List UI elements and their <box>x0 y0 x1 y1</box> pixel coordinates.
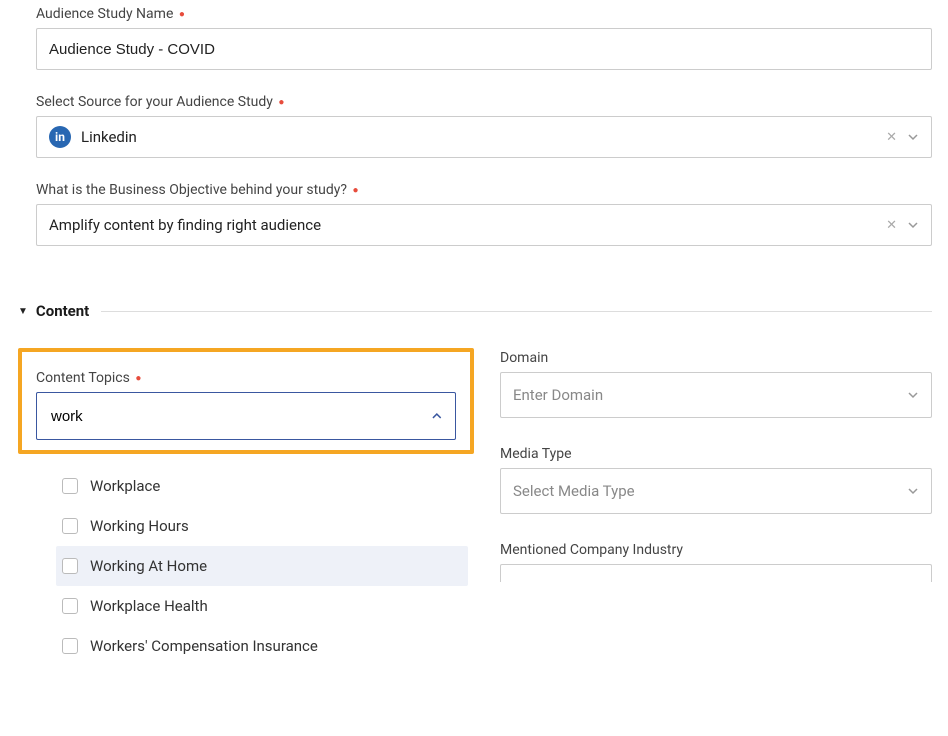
checkbox-icon[interactable] <box>62 598 78 614</box>
mentioned-industry-select[interactable] <box>500 564 932 582</box>
content-topics-dropdown: Workplace Working Hours Working At Home … <box>36 466 468 666</box>
chevron-down-icon <box>907 219 919 231</box>
chevron-down-icon <box>907 485 919 497</box>
domain-label-text: Domain <box>500 350 548 366</box>
content-section-header[interactable]: ▼ Content <box>36 302 932 320</box>
content-topics-label-text: Content Topics <box>36 370 130 386</box>
clear-icon[interactable]: ✕ <box>886 218 897 233</box>
topic-option-label: Workplace <box>90 477 160 495</box>
media-type-label-text: Media Type <box>500 446 572 462</box>
source-label: Select Source for your Audience Study ● <box>36 94 932 110</box>
collapse-caret-icon: ▼ <box>18 306 28 317</box>
required-indicator: ● <box>179 9 185 20</box>
topic-option-label: Workplace Health <box>90 597 208 615</box>
source-value: Linkedin <box>81 128 137 146</box>
topic-option[interactable]: Working At Home <box>56 546 468 586</box>
topic-option[interactable]: Workplace Health <box>56 586 468 626</box>
topic-option[interactable]: Working Hours <box>56 506 468 546</box>
chevron-up-icon <box>431 410 443 422</box>
linkedin-icon: in <box>49 126 71 148</box>
chevron-down-icon <box>907 389 919 401</box>
objective-label: What is the Business Objective behind yo… <box>36 182 932 198</box>
media-type-select[interactable]: Select Media Type <box>500 468 932 514</box>
media-type-placeholder: Select Media Type <box>513 482 635 500</box>
topic-option[interactable]: Workplace <box>56 466 468 506</box>
topic-option-label: Workers' Compensation Insurance <box>90 637 318 655</box>
study-name-input[interactable] <box>36 28 932 70</box>
source-label-text: Select Source for your Audience Study <box>36 94 273 110</box>
topic-option-label: Working Hours <box>90 517 189 535</box>
content-topics-label: Content Topics ● <box>36 370 456 386</box>
objective-label-text: What is the Business Objective behind yo… <box>36 182 347 198</box>
study-name-label-text: Audience Study Name <box>36 6 173 22</box>
required-indicator: ● <box>278 97 284 108</box>
required-indicator: ● <box>353 185 359 196</box>
mentioned-industry-label-text: Mentioned Company Industry <box>500 542 683 558</box>
media-type-field: Media Type Select Media Type <box>500 446 932 514</box>
domain-placeholder: Enter Domain <box>513 386 603 404</box>
content-section-title: Content <box>36 302 89 320</box>
linkedin-icon-text: in <box>55 130 65 144</box>
checkbox-icon[interactable] <box>62 518 78 534</box>
checkbox-icon[interactable] <box>62 638 78 654</box>
content-topics-search-input[interactable] <box>49 407 431 426</box>
topic-option-label: Working At Home <box>90 557 207 575</box>
study-name-label: Audience Study Name ● <box>36 6 932 22</box>
section-divider <box>101 311 932 312</box>
objective-field: What is the Business Objective behind yo… <box>36 182 932 246</box>
chevron-down-icon <box>907 131 919 143</box>
mentioned-industry-field: Mentioned Company Industry <box>500 542 932 582</box>
media-type-label: Media Type <box>500 446 932 462</box>
source-select[interactable]: in Linkedin ✕ <box>36 116 932 158</box>
domain-label: Domain <box>500 350 932 366</box>
objective-select[interactable]: Amplify content by finding right audienc… <box>36 204 932 246</box>
content-topics-combobox[interactable] <box>36 392 456 440</box>
domain-select[interactable]: Enter Domain <box>500 372 932 418</box>
objective-value: Amplify content by finding right audienc… <box>49 216 321 234</box>
topic-option[interactable]: Workers' Compensation Insurance <box>56 626 468 666</box>
source-field: Select Source for your Audience Study ● … <box>36 94 932 158</box>
content-topics-highlight: Content Topics ● <box>18 348 474 454</box>
checkbox-icon[interactable] <box>62 558 78 574</box>
required-indicator: ● <box>135 373 141 384</box>
checkbox-icon[interactable] <box>62 478 78 494</box>
mentioned-industry-label: Mentioned Company Industry <box>500 542 932 558</box>
study-name-field: Audience Study Name ● <box>36 6 932 70</box>
domain-field: Domain Enter Domain <box>500 350 932 418</box>
clear-icon[interactable]: ✕ <box>886 130 897 145</box>
